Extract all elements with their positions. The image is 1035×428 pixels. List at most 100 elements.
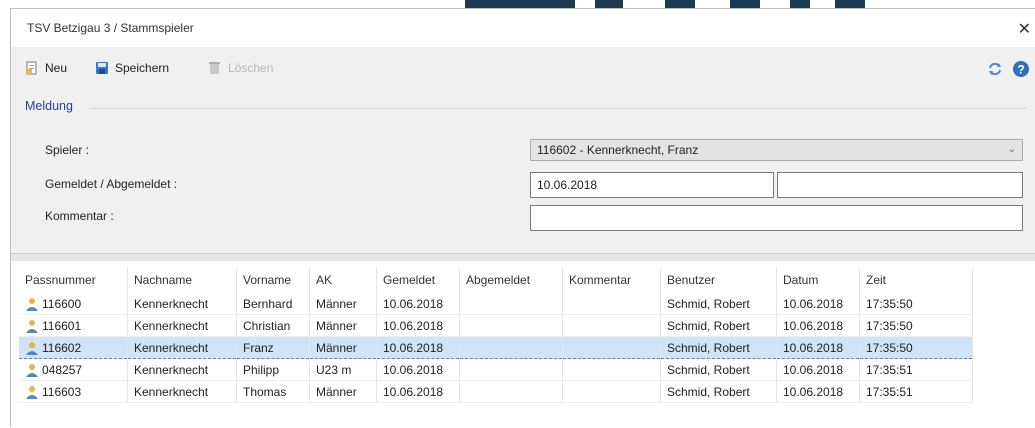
column-header[interactable]: Gemeldet bbox=[376, 267, 460, 293]
help-icon[interactable]: ? bbox=[1012, 60, 1030, 78]
player-label: Spieler : bbox=[45, 143, 90, 157]
cell-benutzer: Schmid, Robert bbox=[660, 293, 777, 315]
save-disk-icon bbox=[96, 62, 108, 74]
cell-text: 116602 bbox=[42, 340, 82, 355]
save-button-label: Speichern bbox=[115, 61, 170, 75]
comment-label: Kommentar : bbox=[45, 209, 114, 223]
window-title: TSV Betzigau 3 / Stammspieler bbox=[27, 21, 194, 35]
new-button[interactable]: Neu bbox=[25, 61, 67, 75]
cell-zeit: 17:35:51 bbox=[859, 358, 973, 381]
cell-nachname: Kennerknecht bbox=[127, 314, 237, 337]
new-document-icon bbox=[26, 61, 37, 75]
cell-kommentar bbox=[562, 380, 661, 403]
cell-passnummer: 048257 bbox=[19, 358, 128, 381]
cell-zeit: 17:35:50 bbox=[859, 293, 973, 315]
registered-date-field[interactable]: 10.06.2018 bbox=[530, 172, 774, 198]
table-row[interactable]: 048257 Kennerknecht Philipp U23 m 10.06.… bbox=[19, 358, 973, 381]
table-header-row: Passnummer Nachname Vorname AK Gemeldet … bbox=[19, 267, 973, 293]
svg-text:?: ? bbox=[1017, 63, 1024, 77]
column-header[interactable]: Passnummer bbox=[19, 267, 128, 293]
deregistered-date-field[interactable] bbox=[777, 172, 1023, 198]
cell-passnummer: 116600 bbox=[19, 293, 128, 315]
column-header[interactable]: Zeit bbox=[859, 267, 973, 293]
cell-text: 048257 bbox=[42, 362, 83, 377]
table-row[interactable]: 116603 Kennerknecht Thomas Männer 10.06.… bbox=[19, 380, 973, 403]
column-header[interactable]: Nachname bbox=[127, 267, 237, 293]
column-header[interactable]: Vorname bbox=[236, 267, 310, 293]
cell-text: 116601 bbox=[42, 318, 82, 333]
cell-abgemeldet bbox=[459, 336, 563, 359]
user-icon bbox=[26, 341, 38, 355]
cell-datum: 10.06.2018 bbox=[776, 293, 860, 315]
cell-gemeldet: 10.06.2018 bbox=[376, 314, 460, 337]
table-row[interactable]: 116600 Kennerknecht Bernhard Männer 10.0… bbox=[19, 293, 973, 315]
players-table: Passnummer Nachname Vorname AK Gemeldet … bbox=[19, 267, 973, 403]
dialog-window: TSV Betzigau 3 / Stammspieler ✕ Neu Spei… bbox=[10, 8, 1035, 428]
group-divider bbox=[89, 108, 1027, 109]
registered-label: Gemeldet / Abgemeldet : bbox=[45, 177, 178, 191]
close-icon[interactable]: ✕ bbox=[1018, 19, 1031, 39]
cell-nachname: Kennerknecht bbox=[127, 336, 237, 359]
cell-ak: Männer bbox=[309, 380, 377, 403]
cell-vorname: Bernhard bbox=[236, 293, 310, 315]
user-icon bbox=[26, 319, 38, 333]
cell-gemeldet: 10.06.2018 bbox=[376, 380, 460, 403]
players-grid: Passnummer Nachname Vorname AK Gemeldet … bbox=[11, 261, 1035, 428]
delete-button[interactable]: Löschen bbox=[208, 61, 273, 75]
cell-vorname: Philipp bbox=[236, 358, 310, 381]
column-header[interactable]: Abgemeldet bbox=[459, 267, 563, 293]
cell-benutzer: Schmid, Robert bbox=[660, 314, 777, 337]
cell-datum: 10.06.2018 bbox=[776, 358, 860, 381]
table-row[interactable]: 116601 Kennerknecht Christian Männer 10.… bbox=[19, 314, 973, 337]
user-icon bbox=[26, 363, 38, 377]
cell-ak: Männer bbox=[309, 336, 377, 359]
cell-passnummer: 116602 bbox=[19, 336, 128, 359]
comment-field[interactable] bbox=[530, 205, 1023, 231]
cell-gemeldet: 10.06.2018 bbox=[376, 336, 460, 359]
cell-abgemeldet bbox=[459, 314, 563, 337]
cell-text: 116600 bbox=[42, 296, 82, 311]
cell-vorname: Thomas bbox=[236, 380, 310, 403]
table-row-selected[interactable]: 116602 Kennerknecht Franz Männer 10.06.2… bbox=[19, 336, 973, 359]
cell-abgemeldet bbox=[459, 380, 563, 403]
cell-abgemeldet bbox=[459, 358, 563, 381]
group-title-meldung: Meldung bbox=[25, 99, 73, 113]
cell-datum: 10.06.2018 bbox=[776, 380, 860, 403]
toolbar: Neu Speichern Löschen ? bbox=[11, 55, 1035, 83]
column-header[interactable]: Benutzer bbox=[660, 267, 777, 293]
new-button-label: Neu bbox=[45, 61, 68, 75]
save-button[interactable]: Speichern bbox=[95, 61, 169, 75]
cell-gemeldet: 10.06.2018 bbox=[376, 358, 460, 381]
user-icon bbox=[26, 297, 38, 311]
cell-nachname: Kennerknecht bbox=[127, 358, 237, 381]
delete-button-label: Löschen bbox=[228, 61, 274, 75]
delete-icon bbox=[209, 62, 220, 74]
chevron-down-icon: ⌄ bbox=[1007, 144, 1016, 155]
cell-kommentar bbox=[562, 293, 661, 315]
cell-zeit: 17:35:50 bbox=[859, 336, 973, 359]
cell-nachname: Kennerknecht bbox=[127, 293, 237, 315]
player-select-value: 116602 - Kennerknecht, Franz bbox=[537, 143, 699, 157]
cell-ak: U23 m bbox=[309, 358, 377, 381]
cell-benutzer: Schmid, Robert bbox=[660, 358, 777, 381]
cell-ak: Männer bbox=[309, 314, 377, 337]
cell-kommentar bbox=[562, 336, 661, 359]
column-header[interactable]: Kommentar bbox=[562, 267, 661, 293]
cell-ak: Männer bbox=[309, 293, 377, 315]
cell-benutzer: Schmid, Robert bbox=[660, 336, 777, 359]
user-icon bbox=[26, 385, 38, 399]
title-bar: TSV Betzigau 3 / Stammspieler ✕ bbox=[11, 9, 1035, 47]
cell-zeit: 17:35:50 bbox=[859, 314, 973, 337]
cell-zeit: 17:35:51 bbox=[859, 380, 973, 403]
cell-datum: 10.06.2018 bbox=[776, 336, 860, 359]
refresh-icon[interactable] bbox=[987, 61, 1003, 77]
player-select[interactable]: 116602 - Kennerknecht, Franz ⌄ bbox=[530, 139, 1023, 161]
cell-kommentar bbox=[562, 358, 661, 381]
cell-passnummer: 116603 bbox=[19, 380, 128, 403]
cell-benutzer: Schmid, Robert bbox=[660, 380, 777, 403]
column-header[interactable]: AK bbox=[309, 267, 377, 293]
column-header[interactable]: Datum bbox=[776, 267, 860, 293]
cell-datum: 10.06.2018 bbox=[776, 314, 860, 337]
cell-vorname: Franz bbox=[236, 336, 310, 359]
cell-gemeldet: 10.06.2018 bbox=[376, 293, 460, 315]
